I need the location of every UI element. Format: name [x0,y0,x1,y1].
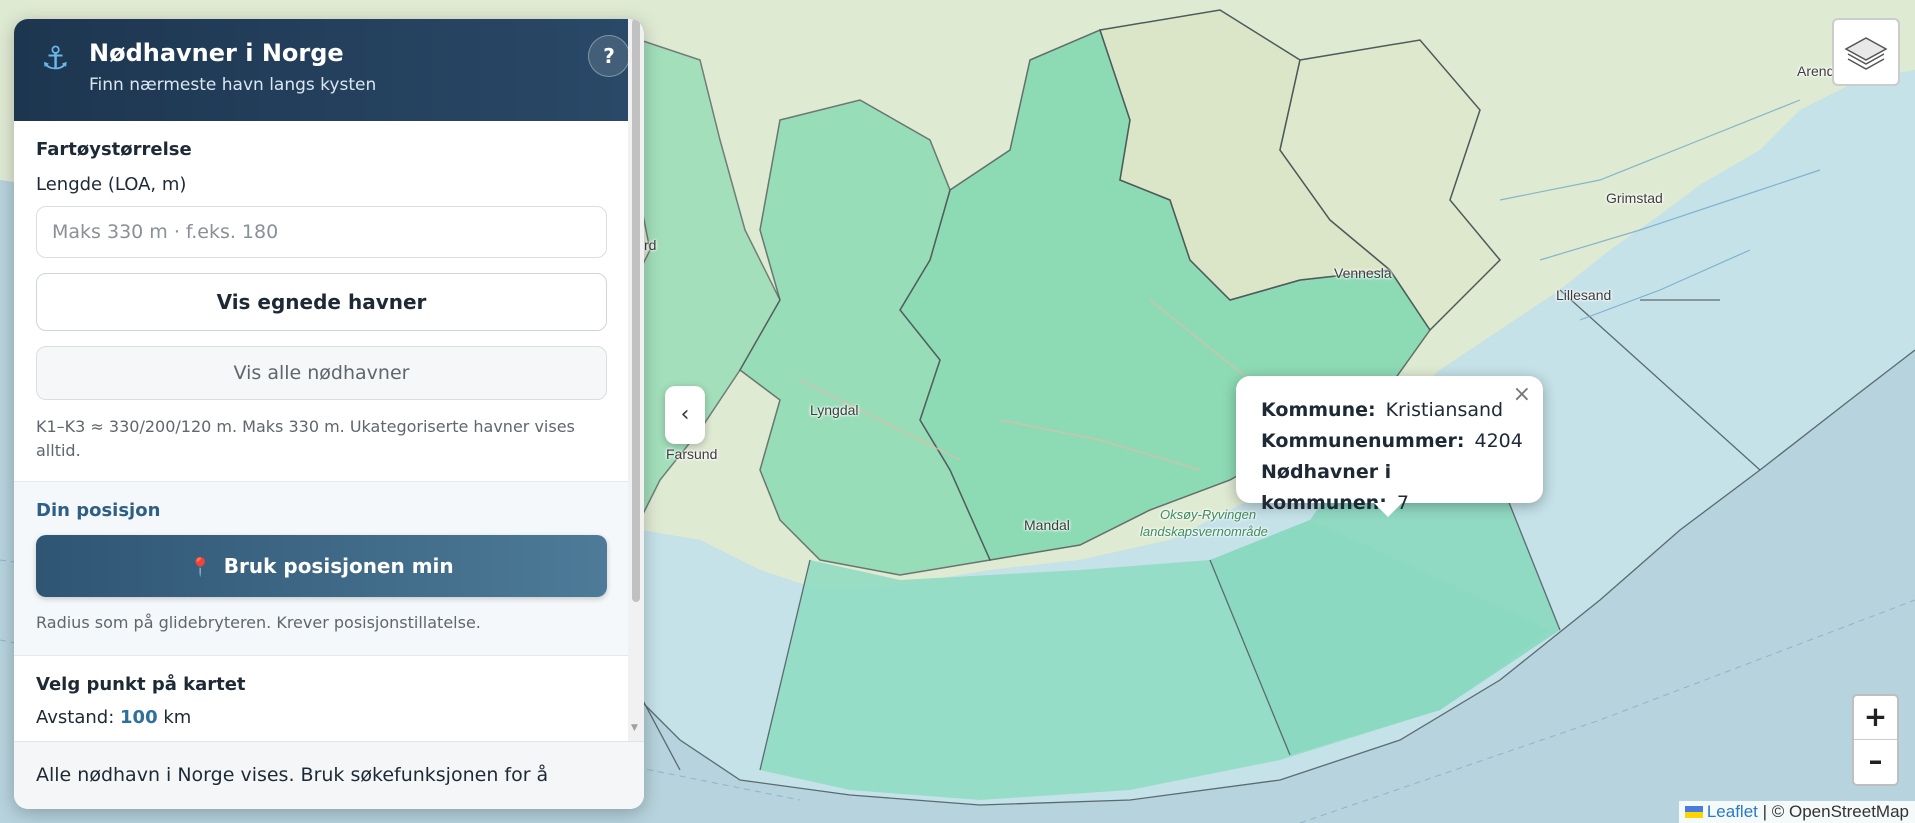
anchor-icon: ⚓ [41,39,70,77]
map-label-rd: rd [644,237,657,253]
panel-title: Nødhavner i Norge [89,39,344,67]
help-button[interactable]: ? [588,35,630,77]
position-section: Din posisjon 📍 Bruk posisjonen min Radius… [14,481,628,656]
zoom-out-button[interactable]: – [1854,740,1897,784]
vessel-section: Fartøystørrelse Lengde (LOA, m) Vis egne… [14,121,628,481]
zoom-control: + – [1852,694,1899,786]
popup-row-kommune: Kommune: Kristiansand [1261,395,1543,426]
popup-antall-label: Nødhavner i kommunen: [1261,461,1392,514]
panel-header: ⚓ Nødhavner i Norge Finn nærmeste havn l… [14,19,644,121]
distance-unit: km [163,707,192,728]
popup-tip [1374,503,1402,517]
pick-point-section-title: Velg punkt på kartet [36,674,246,695]
scrollbar-thumb[interactable] [632,19,640,602]
vessel-section-title: Fartøystørrelse [36,139,192,160]
layers-button[interactable] [1832,18,1900,86]
pin-icon: 📍 [189,557,212,578]
popup-nummer-label: Kommunenummer: [1261,430,1465,452]
municipality-popup: × Kommune: Kristiansand Kommunenummer: 420… [1236,376,1543,517]
distance-readout: Avstand: 100 km [36,707,606,728]
use-my-position-label: Bruk posisjonen min [223,554,454,578]
map-label-lillesand: Lillesand [1556,287,1612,303]
popup-kommune-value: Kristiansand [1385,399,1504,421]
popup-kommune-label: Kommune: [1261,399,1376,421]
panel-footer: Alle nødhavn i Norge vises. Bruk søkefun… [14,741,644,809]
collapse-panel-button[interactable]: ‹ [665,386,705,444]
map-label-oksoy: Oksøy-Ryvingen [1160,507,1257,522]
map-label-farsund: Farsund [666,446,718,462]
ukraine-flag-icon [1684,806,1703,818]
panel-subtitle: Finn nærmeste havn langs kysten [89,75,377,95]
popup-close-icon[interactable]: × [1513,382,1531,407]
layers-icon [1844,37,1888,70]
popup-row-antall: Nødhavner i kommunen: 7 [1261,457,1543,514]
scroll-down-icon[interactable]: ▼ [631,723,638,733]
map-label-vennesla: Vennesla [1334,265,1392,281]
position-hint: Radius som på glidebryteren. Krever posi… [36,613,481,632]
length-label: Lengde (LOA, m) [36,174,187,195]
panel-body[interactable]: Fartøystørrelse Lengde (LOA, m) Vis egne… [14,121,628,741]
pick-point-section: Velg punkt på kartet Avstand: 100 km [14,656,628,728]
popup-nummer-value: 4204 [1474,430,1523,452]
show-all-ports-button[interactable]: Vis alle nødhavner [36,346,607,400]
panel-scrollbar[interactable]: ▼ [628,19,644,741]
length-input[interactable] [36,206,607,258]
zoom-in-button[interactable]: + [1854,696,1897,740]
osm-attribution: | © OpenStreetMap [1757,802,1909,821]
vessel-hint: K1–K3 ≈ 330/200/120 m. Maks 330 m. Ukate… [36,417,575,460]
popup-row-nummer: Kommunenummer: 4204 [1261,426,1543,457]
position-section-title: Din posisjon [36,500,161,521]
show-suitable-ports-button[interactable]: Vis egnede havner [36,273,607,331]
sidebar-panel: ⚓ Nødhavner i Norge Finn nærmeste havn l… [14,19,644,809]
map-label-grimstad: Grimstad [1606,190,1663,206]
map-label-oksoy-2: landskapsvernområde [1140,524,1268,539]
distance-value: 100 [120,707,158,728]
map-attribution: Leaflet | © OpenStreetMap [1678,801,1915,823]
map-label-mandal: Mandal [1024,517,1070,533]
distance-label: Avstand: [36,707,115,728]
use-my-position-button[interactable]: 📍 Bruk posisjonen min [36,535,607,597]
leaflet-link[interactable]: Leaflet [1707,802,1758,821]
map-label-lyngdal: Lyngdal [810,402,859,418]
